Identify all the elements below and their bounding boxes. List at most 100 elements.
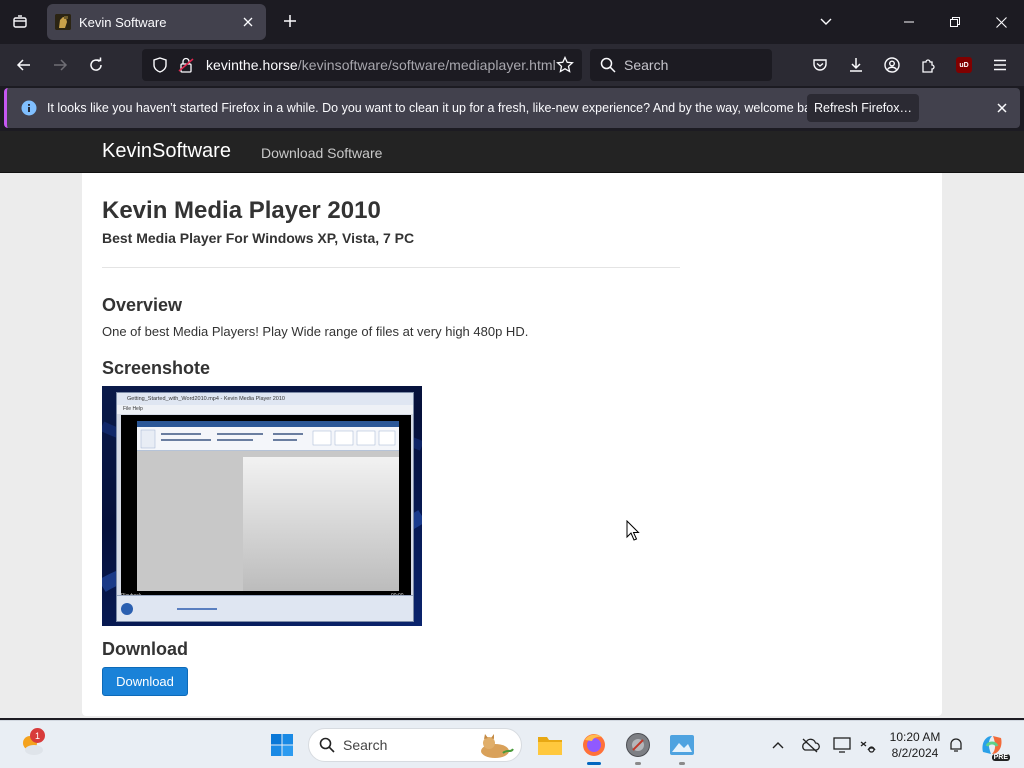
- mock-menu-bar: File Help: [117, 405, 413, 414]
- arrow-right-icon: [54, 59, 68, 71]
- chevron-up-icon: [772, 742, 784, 749]
- search-icon: [319, 737, 335, 753]
- mouse-cursor-icon: [626, 520, 640, 541]
- restore-button[interactable]: [932, 0, 978, 44]
- close-window-button[interactable]: [978, 0, 1024, 44]
- disc-app-running-indicator: [635, 762, 641, 765]
- minimize-button[interactable]: [886, 0, 932, 44]
- site-brand-link[interactable]: KevinSoftware: [102, 140, 231, 163]
- account-button[interactable]: [878, 51, 906, 79]
- new-tab-button[interactable]: [278, 9, 302, 33]
- copilot-button[interactable]: PRE: [976, 729, 1010, 761]
- arrow-left-icon: [16, 59, 30, 71]
- picture-app-running-indicator: [679, 762, 685, 765]
- download-software-link[interactable]: Download Software: [261, 145, 382, 161]
- screenshot-heading: Screenshote: [102, 358, 211, 378]
- weather-badge: 1: [30, 728, 45, 743]
- mock-document: [137, 421, 399, 591]
- address-bar[interactable]: kevinthe.horse/kevinsoftware/software/me…: [142, 49, 582, 81]
- content-card: Kevin Media Player 2010 Best Media Playe…: [82, 173, 942, 716]
- search-bar[interactable]: Search: [590, 49, 772, 81]
- tracking-protection-shield-icon[interactable]: [152, 57, 168, 78]
- chevron-down-icon: [820, 18, 832, 25]
- web-page: KevinSoftware Download Software Kevin Me…: [0, 131, 1024, 718]
- divider: [102, 267, 680, 268]
- url-text: kevinthe.horse/kevinsoftware/software/me…: [206, 57, 556, 73]
- close-icon: [997, 103, 1007, 113]
- insecure-lock-icon[interactable]: [178, 57, 194, 78]
- app-pinned-picture-button[interactable]: [666, 729, 698, 761]
- info-icon: [21, 100, 37, 116]
- back-button[interactable]: [10, 51, 38, 79]
- extensions-button[interactable]: [914, 51, 942, 79]
- minimize-icon: [904, 21, 914, 23]
- tab-strip: Kevin Software: [0, 0, 1024, 44]
- bookmark-star-icon[interactable]: [556, 55, 574, 79]
- page-subtitle: Best Media Player For Windows XP, Vista,…: [102, 230, 415, 246]
- search-icon: [600, 57, 616, 73]
- notifications-button[interactable]: [940, 729, 972, 761]
- start-button[interactable]: [266, 729, 298, 761]
- weather-widget-button[interactable]: 1: [16, 728, 48, 761]
- firefox-icon: [583, 734, 605, 756]
- overview-heading: Overview: [102, 295, 183, 315]
- puzzle-piece-icon: [922, 59, 935, 73]
- monitor-icon: [833, 737, 851, 753]
- mock-window-title: Getting_Started_with_Word2010.mp4 - Kevi…: [117, 393, 413, 405]
- search-highlight-cat-icon: [481, 734, 514, 758]
- downloads-button[interactable]: [842, 51, 870, 79]
- photo-app-icon: [670, 735, 694, 755]
- reload-icon: [90, 57, 102, 71]
- horse-favicon-icon: [55, 14, 71, 30]
- site-navbar: KevinSoftware Download Software: [0, 131, 1024, 173]
- overview-text: One of best Media Players! Play Wide ran…: [102, 324, 529, 339]
- folder-icon: [538, 737, 562, 755]
- url-path: /kevinsoftware/software/mediaplayer.html: [297, 57, 556, 73]
- url-host: kevinthe.horse: [206, 57, 298, 73]
- firefox-taskbar-button[interactable]: [578, 729, 610, 761]
- notification-message: It looks like you haven’t started Firefo…: [47, 101, 828, 115]
- tab-title: Kevin Software: [79, 14, 167, 30]
- show-hidden-icons-button[interactable]: [762, 729, 794, 761]
- onedrive-button[interactable]: [794, 729, 826, 761]
- windows-logo-icon: [271, 734, 293, 756]
- refresh-firefox-notification: It looks like you haven’t started Firefo…: [4, 88, 1020, 128]
- tab-kevin-software[interactable]: Kevin Software: [47, 4, 266, 40]
- firefox-running-indicator: [587, 762, 601, 765]
- reload-button[interactable]: [82, 51, 110, 79]
- download-heading: Download: [102, 639, 188, 659]
- restore-icon: [950, 17, 960, 27]
- navigation-toolbar: kevinthe.horse/kevinsoftware/software/me…: [0, 44, 1024, 86]
- copilot-pre-badge: PRE: [991, 754, 1010, 761]
- ublock-origin-button[interactable]: uD: [950, 51, 978, 79]
- cloud-offline-icon: [802, 738, 820, 753]
- ublock-badge-text: uD: [959, 61, 969, 69]
- bell-icon: [950, 738, 962, 752]
- media-player-window-mock: Getting_Started_with_Word2010.mp4 - Kevi…: [116, 392, 414, 622]
- tab-close-button[interactable]: [236, 10, 260, 34]
- taskbar-search-box[interactable]: Search: [308, 728, 522, 762]
- hamburger-menu-icon: [994, 59, 1006, 71]
- pocket-button[interactable]: [806, 51, 834, 79]
- plus-icon: [284, 15, 296, 27]
- taskbar-search-placeholder: Search: [343, 737, 388, 753]
- tab-overflow-button[interactable]: [814, 10, 838, 34]
- account-icon: [884, 57, 900, 73]
- disc-app-icon: [626, 733, 650, 757]
- notification-close-button[interactable]: [990, 96, 1014, 120]
- mock-play-icon: [121, 603, 133, 615]
- download-button[interactable]: Download: [102, 667, 188, 696]
- forward-button[interactable]: [46, 51, 74, 79]
- file-explorer-button[interactable]: [534, 729, 566, 761]
- list-all-tabs-button[interactable]: [6, 8, 34, 36]
- refresh-firefox-button[interactable]: Refresh Firefox…: [807, 94, 919, 122]
- app-pinned-disc-button[interactable]: [622, 729, 654, 761]
- close-icon: [995, 16, 1007, 28]
- pocket-icon: [813, 59, 827, 71]
- close-icon: [243, 17, 253, 27]
- mock-playback-controls: [117, 595, 413, 621]
- mock-ribbon: [137, 421, 399, 451]
- search-placeholder: Search: [624, 57, 669, 73]
- mock-video-area: [121, 415, 411, 595]
- app-menu-button[interactable]: [986, 51, 1014, 79]
